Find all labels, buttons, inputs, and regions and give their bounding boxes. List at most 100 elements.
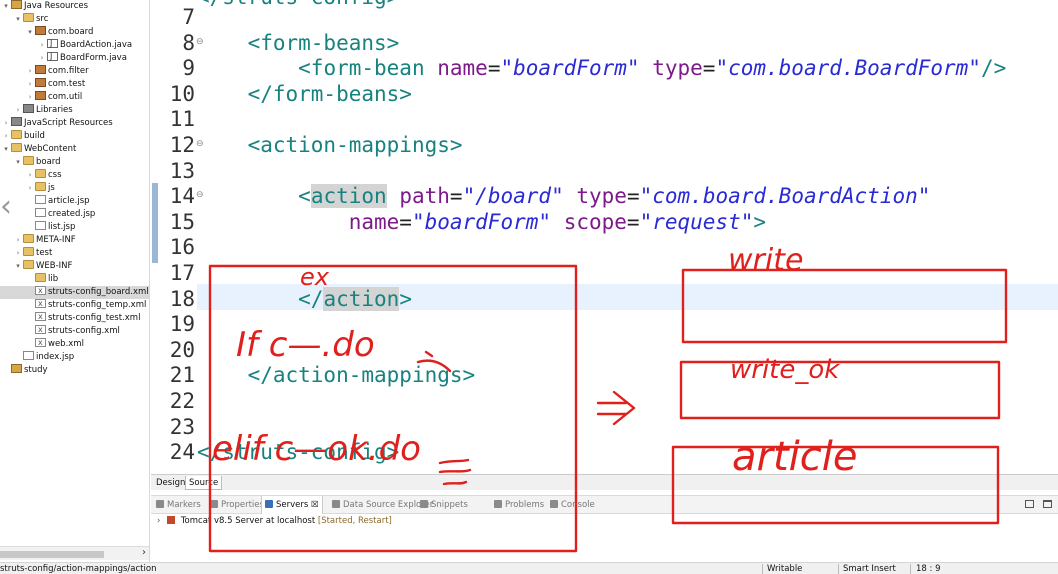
explorer-horizontal-scrollbar[interactable]: ›: [0, 546, 149, 560]
view-tab[interactable]: Snippets: [417, 496, 471, 515]
tree-item[interactable]: › BoardAction.java: [0, 37, 149, 52]
tree-item[interactable]: list.jsp: [0, 221, 149, 234]
tree-item-label: js: [48, 183, 55, 193]
tree-item[interactable]: ▾ com.board: [0, 26, 149, 39]
chevron-right-icon[interactable]: ›: [26, 78, 34, 91]
code-line[interactable]: </action-mappings>: [197, 363, 476, 387]
code-line[interactable]: <action-mappings>: [197, 133, 463, 157]
tree-item[interactable]: › test: [0, 247, 149, 260]
tree-item[interactable]: struts-config_test.xml: [0, 310, 149, 325]
view-tab[interactable]: Problems: [491, 496, 547, 515]
chevron-right-icon[interactable]: ›: [14, 247, 22, 260]
line-number: 8: [182, 30, 195, 55]
jsp-file-icon: [35, 221, 46, 230]
chevron-right-icon[interactable]: ›: [38, 39, 46, 52]
tree-item[interactable]: › build: [0, 130, 149, 143]
tree-item[interactable]: › css: [0, 169, 149, 182]
scroll-right-icon[interactable]: ›: [142, 547, 146, 558]
collapse-arrow-icon[interactable]: ‹: [0, 189, 12, 224]
code-line[interactable]: <form-bean name="boardForm" type="com.bo…: [197, 56, 1006, 80]
tree-item-label: WEB-INF: [36, 261, 73, 271]
tree-item[interactable]: › BoardForm.java: [0, 50, 149, 65]
tree-item[interactable]: ▾ WebContent: [0, 143, 149, 156]
tree-item[interactable]: lib: [0, 273, 149, 286]
tree-item-label: src: [36, 14, 49, 24]
tree-item-label: list.jsp: [48, 222, 76, 232]
tree-item-label: struts-config_temp.xml: [48, 300, 147, 310]
tree-item[interactable]: article.jsp: [0, 195, 149, 208]
tree-item[interactable]: study: [0, 364, 149, 377]
chevron-right-icon[interactable]: ›: [26, 182, 34, 195]
chevron-right-icon[interactable]: ›: [26, 169, 34, 182]
chevron-right-icon[interactable]: ›: [38, 52, 46, 65]
close-icon[interactable]: ☒: [308, 500, 319, 510]
tree-item[interactable]: › JavaScript Resources: [0, 117, 149, 130]
expand-icon[interactable]: ›: [157, 516, 160, 526]
jsp-file-icon: [35, 195, 46, 204]
code-line[interactable]: <action path="/board" type="com.board.Bo…: [197, 184, 930, 209]
tree-item[interactable]: › com.test: [0, 78, 149, 91]
code-line[interactable]: </struts-config>: [197, 440, 399, 464]
view-tab[interactable]: Servers ☒: [261, 496, 323, 515]
folder-icon: [11, 130, 22, 139]
tree-item[interactable]: ▾ WEB-INF: [0, 260, 149, 273]
chevron-down-icon[interactable]: ▾: [26, 26, 34, 39]
server-entry[interactable]: › Tomcat v8.5 Server at localhost [Start…: [157, 516, 392, 526]
code-line[interactable]: </action>: [197, 286, 412, 311]
tree-item[interactable]: struts-config.xml: [0, 323, 149, 338]
chevron-down-icon[interactable]: ▾: [14, 13, 22, 26]
chevron-down-icon[interactable]: ▾: [14, 260, 22, 273]
view-tab[interactable]: Console: [547, 496, 598, 515]
view-tab-icon: [156, 500, 164, 508]
tree-item[interactable]: struts-config_temp.xml: [0, 297, 149, 312]
chevron-right-icon[interactable]: ›: [2, 117, 10, 130]
tree-item[interactable]: ▾ src: [0, 13, 149, 26]
line-number: 18: [169, 286, 195, 311]
chevron-right-icon[interactable]: ›: [14, 234, 22, 247]
tree-item[interactable]: ▾ Java Resources: [0, 0, 149, 13]
chevron-right-icon[interactable]: ›: [2, 130, 10, 143]
server-icon: [167, 516, 176, 524]
chevron-down-icon[interactable]: ▾: [14, 156, 22, 169]
chevron-right-icon[interactable]: ›: [14, 104, 22, 117]
tree-item[interactable]: ▾ board: [0, 156, 149, 169]
package-icon: [35, 65, 46, 74]
view-tab[interactable]: Properties: [207, 496, 267, 515]
tree-item-label: board: [36, 157, 61, 167]
tab-design[interactable]: Design: [153, 476, 188, 490]
code-token: name: [348, 209, 400, 234]
code-line[interactable]: <form-beans>: [197, 31, 400, 55]
status-insert-mode: Smart Insert: [843, 564, 896, 574]
library-icon: [23, 104, 34, 113]
chevron-down-icon[interactable]: ▾: [2, 143, 10, 156]
code-line[interactable]: </struts-config>: [197, 0, 399, 9]
code-token: </struts-config>: [197, 440, 400, 465]
chevron-right-icon[interactable]: ›: [26, 91, 34, 104]
view-minimize-icon[interactable]: [1025, 500, 1034, 508]
tree-item[interactable]: web.xml: [0, 336, 149, 351]
scrollbar-thumb[interactable]: [0, 551, 104, 558]
chevron-right-icon[interactable]: ›: [26, 65, 34, 78]
view-maximize-icon[interactable]: [1043, 500, 1052, 508]
xml-source-editor[interactable]: 78⊖9101112⊖1314⊖15161718192021222324 </s…: [151, 0, 1058, 474]
tree-item[interactable]: struts-config_board.xml: [0, 284, 149, 299]
tree-item[interactable]: index.jsp: [0, 351, 149, 364]
code-line[interactable]: </form-beans>: [197, 82, 412, 106]
tree-item[interactable]: created.jsp: [0, 208, 149, 221]
code-line[interactable]: name="boardForm" scope="request">: [197, 210, 766, 234]
chevron-down-icon[interactable]: ▾: [2, 0, 10, 13]
tree-item[interactable]: › com.filter: [0, 65, 149, 78]
tree-item[interactable]: › META-INF: [0, 234, 149, 247]
tree-item-label: css: [48, 170, 62, 180]
folder-icon: [23, 260, 34, 269]
tree-item[interactable]: › js: [0, 182, 149, 195]
tab-source[interactable]: Source: [185, 476, 223, 490]
view-tab[interactable]: Markers: [153, 496, 204, 515]
tree-item[interactable]: › Libraries: [0, 104, 149, 117]
tree-item[interactable]: › com.util: [0, 91, 149, 104]
code-area[interactable]: </struts-config> <form-beans> <form-bean…: [197, 0, 1058, 474]
